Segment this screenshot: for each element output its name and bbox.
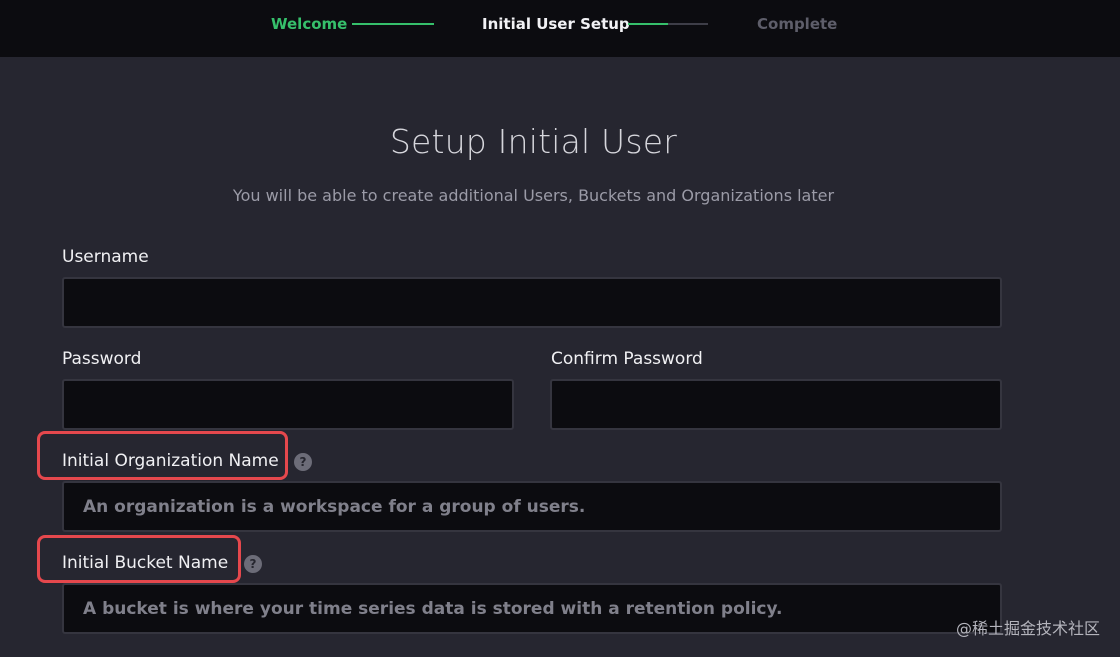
step-connector-setup <box>628 23 708 25</box>
step-complete: Complete <box>757 15 838 33</box>
username-input[interactable] <box>62 277 1002 328</box>
confirm-password-input[interactable] <box>550 379 1002 430</box>
setup-stepper: Welcome Initial User Setup Complete <box>0 0 1120 57</box>
bucket-name-label: Initial Bucket Name <box>62 553 229 573</box>
org-name-input[interactable] <box>62 481 1002 532</box>
help-icon[interactable]: ? <box>294 453 312 471</box>
step-connector-fill <box>628 23 668 25</box>
step-welcome: Welcome <box>271 15 348 33</box>
step-connector-welcome <box>352 23 434 25</box>
step-initial-user-setup: Initial User Setup <box>482 15 630 33</box>
watermark: @稀土掘金技术社区 <box>955 619 1100 638</box>
password-label: Password <box>62 349 142 369</box>
org-name-label: Initial Organization Name <box>62 451 279 471</box>
page-title: Setup Initial User <box>389 122 678 161</box>
help-icon[interactable]: ? <box>244 555 262 573</box>
step-connector-fill <box>352 23 434 25</box>
password-input[interactable] <box>62 379 514 430</box>
confirm-password-label: Confirm Password <box>551 349 703 369</box>
username-label: Username <box>62 247 149 267</box>
bucket-name-input[interactable] <box>62 583 1002 634</box>
page-subtitle: You will be able to create additional Us… <box>232 186 835 205</box>
